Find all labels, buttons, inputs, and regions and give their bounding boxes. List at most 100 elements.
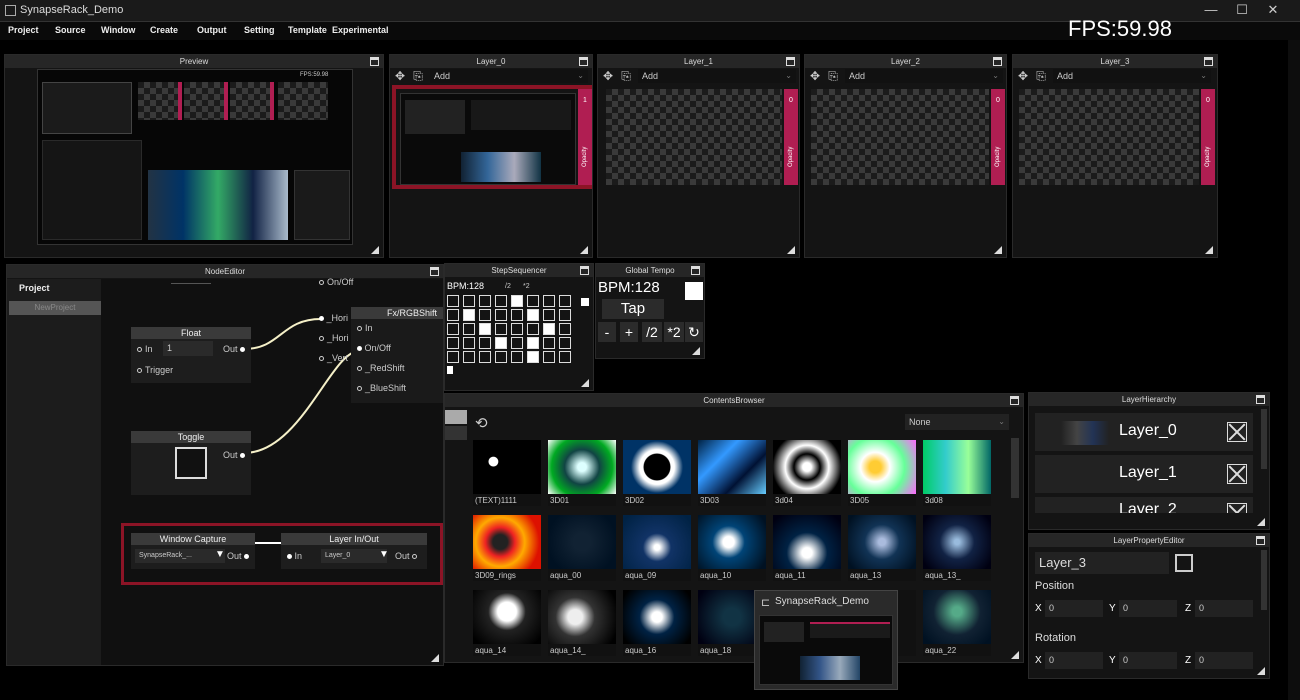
layer-3-thumbnail[interactable]: [1019, 89, 1199, 185]
step-cell[interactable]: [543, 337, 555, 349]
maximize-button[interactable]: ☐: [1227, 2, 1257, 20]
menu-experimental[interactable]: Experimental: [332, 25, 389, 35]
step-cell[interactable]: [559, 309, 571, 321]
move-icon[interactable]: ✥: [394, 70, 406, 82]
step-cell[interactable]: [463, 351, 475, 363]
maximize-panel-icon[interactable]: [430, 267, 439, 276]
maximize-panel-icon[interactable]: [1010, 396, 1019, 405]
layer-3-add-dropdown[interactable]: Add ⌄: [1053, 69, 1211, 83]
browser-side-tab[interactable]: [445, 426, 467, 440]
window-capture-title[interactable]: Window Capture: [131, 533, 255, 545]
rgbshift-node-title[interactable]: Fx/RGBShift: [351, 307, 443, 319]
content-item[interactable]: 3D01: [548, 440, 616, 506]
resize-handle-icon[interactable]: [1011, 651, 1019, 659]
dropdown-arrow-icon[interactable]: ▼: [215, 549, 225, 560]
property-scrollbar[interactable]: [1261, 550, 1267, 610]
step-cell[interactable]: [447, 295, 459, 307]
hierarchy-row-layer-2[interactable]: Layer_2: [1035, 497, 1253, 513]
window-capture-out-port[interactable]: Out: [227, 551, 250, 561]
rgbshift-redshift-port[interactable]: _RedShift: [357, 363, 405, 373]
hierarchy-row-layer-1[interactable]: Layer_1: [1035, 455, 1253, 493]
maximize-panel-icon[interactable]: [786, 57, 795, 66]
toggle-node-title[interactable]: Toggle: [131, 431, 251, 443]
step-cell[interactable]: [463, 323, 475, 335]
layer-inout-node[interactable]: Layer In/Out In Layer_0 ▼ Out: [281, 533, 427, 569]
step-cell[interactable]: [479, 351, 491, 363]
resize-handle-icon[interactable]: [580, 246, 588, 254]
content-item[interactable]: aqua_13_: [923, 515, 991, 581]
new-file-icon[interactable]: ⎘: [412, 70, 424, 82]
step-cell[interactable]: [543, 295, 555, 307]
step-cell[interactable]: [511, 323, 523, 335]
layer-1-add-dropdown[interactable]: Add ⌄: [638, 69, 796, 83]
layer-inout-out-port[interactable]: Out: [395, 551, 420, 561]
sequencer-double-button[interactable]: *2: [523, 283, 530, 290]
maximize-panel-icon[interactable]: [579, 57, 588, 66]
content-item[interactable]: aqua_13: [848, 515, 916, 581]
new-file-icon[interactable]: ⎘: [620, 70, 632, 82]
step-cell[interactable]: [479, 309, 491, 321]
hierarchy-scrollbar[interactable]: [1261, 409, 1267, 469]
layer-1-opacity-slider[interactable]: 0 Opacity: [784, 89, 798, 185]
step-cell[interactable]: [479, 337, 491, 349]
project-item[interactable]: NewProject: [9, 301, 101, 315]
content-item[interactable]: aqua_10: [698, 515, 766, 581]
step-cell[interactable]: [447, 323, 459, 335]
content-item[interactable]: 3D02: [623, 440, 691, 506]
content-item[interactable]: 3D09_rings: [473, 515, 541, 581]
layer-inout-in-port[interactable]: In: [287, 551, 302, 561]
rotation-y-input[interactable]: 0: [1119, 652, 1177, 669]
step-cell[interactable]: [559, 351, 571, 363]
content-item[interactable]: 3d04: [773, 440, 841, 506]
maximize-panel-icon[interactable]: [691, 266, 700, 275]
layer-visibility-checkbox[interactable]: [1175, 554, 1193, 572]
content-item[interactable]: aqua_16: [623, 590, 691, 656]
resize-handle-icon[interactable]: [1257, 667, 1265, 675]
new-file-icon[interactable]: ⎘: [1035, 70, 1047, 82]
step-cell[interactable]: [543, 323, 555, 335]
rgbshift-in-port[interactable]: In: [357, 323, 373, 333]
delete-layer-icon[interactable]: [1227, 464, 1247, 484]
tempo-double-button[interactable]: *2: [664, 322, 684, 342]
taskbar-preview-popup[interactable]: ⊏ SynapseRack_Demo: [754, 590, 898, 690]
resize-handle-icon[interactable]: [431, 654, 439, 662]
step-cell[interactable]: [479, 295, 491, 307]
step-cell[interactable]: [527, 309, 539, 321]
layer-inout-layer-dropdown[interactable]: Layer_0: [321, 549, 387, 563]
tempo-half-button[interactable]: /2: [642, 322, 662, 342]
new-file-icon[interactable]: ⎘: [827, 70, 839, 82]
rgbshift-onoff-port[interactable]: On/Off: [357, 343, 391, 353]
dropdown-arrow-icon[interactable]: ▼: [379, 549, 389, 560]
content-item[interactable]: aqua_09: [623, 515, 691, 581]
rgbshift-blueshift-port[interactable]: _BlueShift: [357, 383, 406, 393]
content-item[interactable]: aqua_14: [473, 590, 541, 656]
maximize-panel-icon[interactable]: [993, 57, 1002, 66]
float-node[interactable]: Float In 1 Out Trigger: [131, 327, 251, 383]
layer-0-add-dropdown[interactable]: Add ⌄: [430, 69, 588, 83]
close-button[interactable]: ✕: [1258, 2, 1288, 20]
content-item[interactable]: aqua_14_: [548, 590, 616, 656]
maximize-panel-icon[interactable]: [370, 57, 379, 66]
content-item[interactable]: aqua_22: [923, 590, 991, 656]
content-item[interactable]: 3D03: [698, 440, 766, 506]
resize-handle-icon[interactable]: [581, 379, 589, 387]
float-trigger-port[interactable]: Trigger: [137, 365, 173, 375]
tap-button[interactable]: Tap: [602, 299, 664, 319]
step-cell[interactable]: [527, 351, 539, 363]
step-grid[interactable]: [447, 295, 575, 363]
hierarchy-row-layer-0[interactable]: Layer_0: [1035, 413, 1253, 451]
content-item[interactable]: aqua_00: [548, 515, 616, 581]
resize-handle-icon[interactable]: [692, 347, 700, 355]
float-out-port[interactable]: Out: [223, 344, 246, 354]
step-cell[interactable]: [447, 309, 459, 321]
step-cell[interactable]: [447, 351, 459, 363]
tempo-reset-icon[interactable]: ↻: [685, 322, 703, 342]
step-cell[interactable]: [511, 295, 523, 307]
step-cell[interactable]: [463, 295, 475, 307]
rotation-z-input[interactable]: 0: [1195, 652, 1253, 669]
rgbshift-node[interactable]: Fx/RGBShift In On/Off _RedShift _BlueShi…: [351, 307, 443, 403]
step-cell[interactable]: [495, 337, 507, 349]
window-capture-source-dropdown[interactable]: SynapseRack_...: [135, 549, 225, 563]
layer-3-opacity-slider[interactable]: 0 Opacity: [1201, 89, 1215, 185]
step-cell[interactable]: [495, 295, 507, 307]
